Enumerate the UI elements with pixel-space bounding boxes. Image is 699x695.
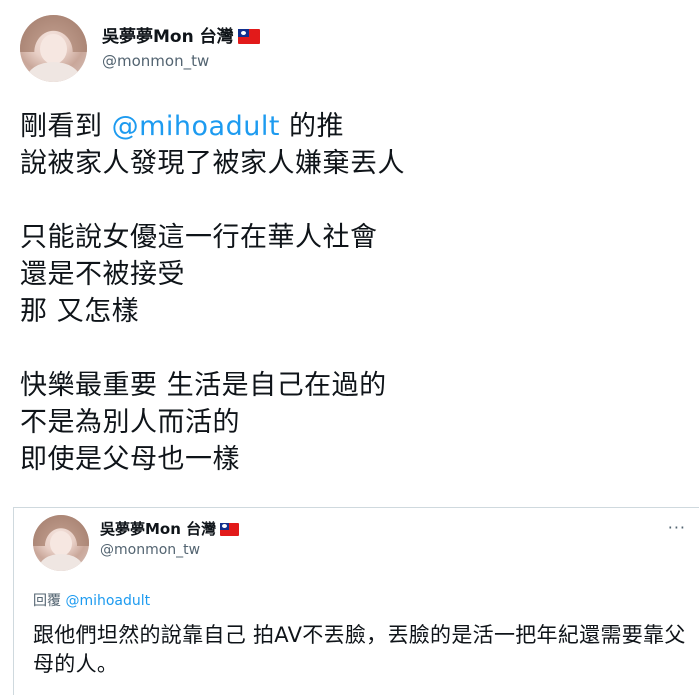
more-options-icon[interactable]: ··· [668,518,686,537]
author-handle[interactable]: @monmon_tw [102,52,209,70]
quoted-tweet-text: 跟他們坦然的說靠自己 拍AV不丟臉，丟臉的是活一把年紀還需要靠父母的人。 [33,623,686,676]
reply-mention-link[interactable]: @mihoadult [65,593,150,609]
taiwan-flag-icon [220,523,240,536]
quoted-author-handle[interactable]: @monmon_tw [100,542,200,558]
quoted-author-avatar[interactable] [33,515,89,571]
mention-link[interactable]: @mihoadult [112,111,280,142]
quoted-tweet-card[interactable]: 吳夢夢Mon 台灣 @monmon_tw ··· 回覆 @mihoadult 跟… [13,507,699,695]
tweet-line1-suffix: 的推 [279,111,345,142]
author-avatar[interactable] [20,15,87,82]
tweet-body-rest: 說被家人發現了被家人嫌棄丟人 只能說女優這一行在華人社會 還是不被接受 那 又怎… [20,148,405,475]
reply-label: 回覆 [33,593,66,609]
reply-context: 回覆 @mihoadult [33,590,150,610]
tweet-text: 剛看到 @mihoadult 的推 說被家人發現了被家人嫌棄丟人 只能說女優這一… [20,108,680,478]
quoted-author-name-text: 吳夢夢Mon 台灣 [100,520,217,538]
taiwan-flag-icon [237,29,260,44]
tweet-line1-prefix: 剛看到 [20,111,112,142]
author-name[interactable]: 吳夢夢Mon 台灣 [102,22,260,47]
quoted-author-name[interactable]: 吳夢夢Mon 台灣 [100,518,240,539]
author-name-text: 吳夢夢Mon 台灣 [102,27,234,47]
